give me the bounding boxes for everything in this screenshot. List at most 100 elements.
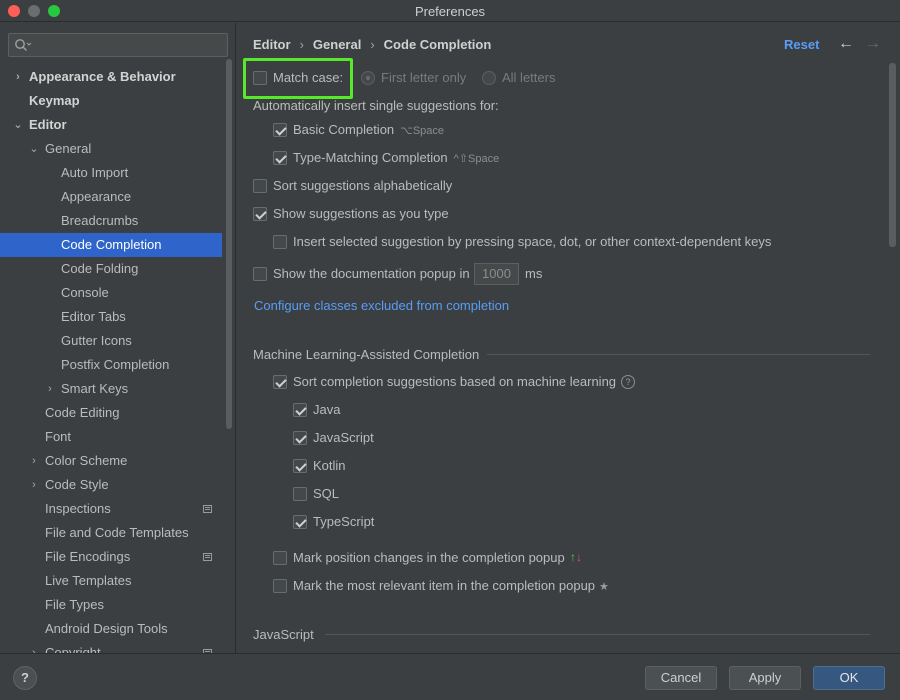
configure-excluded-classes-link[interactable]: Configure classes excluded from completi… bbox=[254, 298, 509, 313]
breadcrumb-code-completion: Code Completion bbox=[383, 37, 492, 52]
sidebar-item-label: Postfix Completion bbox=[61, 357, 170, 372]
window-title: Preferences bbox=[414, 4, 486, 19]
sidebar-item-label: Color Scheme bbox=[45, 453, 128, 468]
project-settings-icon bbox=[203, 505, 212, 513]
match-case-highlight bbox=[243, 58, 353, 99]
sidebar-item-code-style[interactable]: › Code Style bbox=[0, 473, 222, 497]
ml-language-label: Kotlin bbox=[313, 458, 346, 473]
sidebar-scrollbar[interactable] bbox=[226, 59, 232, 429]
title-bar: Preferences bbox=[0, 0, 900, 22]
auto-insert-text: Automatically insert single suggestions … bbox=[253, 98, 499, 113]
sidebar-item-code-folding[interactable]: Code Folding bbox=[0, 257, 222, 281]
reset-link[interactable]: Reset bbox=[784, 37, 819, 52]
forward-arrow-icon[interactable]: → bbox=[865, 35, 881, 53]
sidebar-item-label: Auto Import bbox=[61, 165, 129, 180]
help-button[interactable]: ? bbox=[13, 666, 37, 690]
breadcrumb-editor[interactable]: Editor bbox=[253, 37, 291, 52]
sidebar-item-appearance-behavior[interactable]: › Appearance & Behavior bbox=[0, 65, 222, 89]
chevron-right-icon[interactable]: › bbox=[28, 449, 40, 473]
sidebar-item-gutter-icons[interactable]: Gutter Icons bbox=[0, 329, 222, 353]
settings-search-input[interactable] bbox=[8, 33, 228, 57]
sidebar-item-label: File Encodings bbox=[45, 549, 131, 564]
ml-language-box[interactable] bbox=[293, 515, 307, 529]
breadcrumb-general[interactable]: General bbox=[313, 37, 361, 52]
show-as-you-type-box[interactable] bbox=[253, 207, 267, 221]
sidebar-item-label: Code Completion bbox=[61, 237, 162, 252]
sidebar-item-code-completion[interactable]: Code Completion bbox=[0, 233, 222, 257]
sidebar-item-console[interactable]: Console bbox=[0, 281, 222, 305]
ml-language-box[interactable] bbox=[293, 403, 307, 417]
sidebar-item-auto-import[interactable]: Auto Import bbox=[0, 161, 222, 185]
settings-sidebar: › Appearance & Behavior Keymap ⌄ Editor ⌄ Gene… bbox=[0, 23, 236, 653]
sidebar-item-general[interactable]: ⌄ General bbox=[0, 137, 222, 161]
chevron-right-icon[interactable]: › bbox=[44, 377, 56, 401]
sidebar-item-postfix-completion[interactable]: Postfix Completion bbox=[0, 353, 222, 377]
sidebar-item-label: Keymap bbox=[29, 93, 80, 108]
back-arrow-icon[interactable]: ← bbox=[838, 35, 854, 53]
doc-popup-box[interactable] bbox=[253, 267, 267, 281]
sidebar-item-label: Copyright bbox=[45, 645, 101, 653]
sidebar-item-file-types[interactable]: File Types bbox=[0, 593, 222, 617]
doc-popup-delay-input[interactable]: 1000 bbox=[474, 263, 519, 285]
sidebar-item-label: Appearance & Behavior bbox=[29, 69, 176, 84]
sort-alpha-box[interactable] bbox=[253, 179, 267, 193]
ml-help-icon[interactable]: ? bbox=[621, 375, 635, 389]
sidebar-item-color-scheme[interactable]: › Color Scheme bbox=[0, 449, 222, 473]
cancel-button[interactable]: Cancel bbox=[645, 666, 717, 690]
apply-button[interactable]: Apply bbox=[729, 666, 801, 690]
sidebar-item-file-encodings[interactable]: File Encodings bbox=[0, 545, 222, 569]
sidebar-item-label: Smart Keys bbox=[61, 381, 129, 396]
star-icon: ★ bbox=[599, 581, 609, 593]
mark-relevant-box[interactable] bbox=[273, 579, 287, 593]
ml-language-label: Java bbox=[313, 402, 341, 417]
chevron-down-icon[interactable]: ⌄ bbox=[28, 137, 40, 161]
all-letters-label: All letters bbox=[502, 70, 556, 85]
ok-button[interactable]: OK bbox=[813, 666, 885, 690]
javascript-section-title: JavaScript bbox=[253, 627, 314, 642]
sidebar-item-code-editing[interactable]: Code Editing bbox=[0, 401, 222, 425]
sidebar-item-breadcrumbs[interactable]: Breadcrumbs bbox=[0, 209, 222, 233]
sidebar-item-label: General bbox=[45, 141, 92, 156]
sidebar-item-inspections[interactable]: Inspections bbox=[0, 497, 222, 521]
sidebar-item-copyright[interactable]: › Copyright bbox=[0, 641, 222, 653]
ml-section-divider bbox=[487, 354, 870, 355]
panel-scrollbar[interactable] bbox=[889, 63, 896, 247]
chevron-right-icon[interactable]: › bbox=[28, 473, 40, 497]
insert-selected-box[interactable] bbox=[273, 235, 287, 249]
sidebar-item-keymap[interactable]: Keymap bbox=[0, 89, 222, 113]
chevron-right-icon[interactable]: › bbox=[12, 65, 24, 89]
sort-alpha-label: Sort suggestions alphabetically bbox=[273, 178, 453, 193]
sidebar-item-file-and-code-templates[interactable]: File and Code Templates bbox=[0, 521, 222, 545]
ml-language-box[interactable] bbox=[293, 459, 307, 473]
sidebar-item-label: Code Folding bbox=[61, 261, 139, 276]
sidebar-item-smart-keys[interactable]: › Smart Keys bbox=[0, 377, 222, 401]
down-arrow-icon: ↓ bbox=[576, 550, 582, 564]
mark-position-box[interactable] bbox=[273, 551, 287, 565]
show-as-you-type-label: Show suggestions as you type bbox=[273, 206, 449, 221]
chevron-right-icon[interactable]: › bbox=[28, 641, 40, 653]
ml-section-title: Machine Learning-Assisted Completion bbox=[253, 347, 480, 362]
all-letters-radio-button[interactable] bbox=[482, 71, 496, 85]
sidebar-item-editor-tabs[interactable]: Editor Tabs bbox=[0, 305, 222, 329]
first-letter-radio-button[interactable] bbox=[361, 71, 375, 85]
ml-language-label: TypeScript bbox=[313, 514, 375, 529]
sidebar-item-font[interactable]: Font bbox=[0, 425, 222, 449]
sidebar-item-label: File and Code Templates bbox=[45, 525, 189, 540]
javascript-section-divider bbox=[325, 634, 870, 635]
ml-language-box[interactable] bbox=[293, 431, 307, 445]
ml-language-box[interactable] bbox=[293, 487, 307, 501]
sidebar-item-label: File Types bbox=[45, 597, 105, 612]
basic-completion-box[interactable] bbox=[273, 123, 287, 137]
settings-panel: Editor › General › Code Completion Reset ← →… bbox=[237, 23, 900, 653]
ml-sort-box[interactable] bbox=[273, 375, 287, 389]
project-settings-icon bbox=[203, 553, 212, 561]
sidebar-item-label: Font bbox=[45, 429, 72, 444]
type-matching-box[interactable] bbox=[273, 151, 287, 165]
sidebar-item-editor[interactable]: ⌄ Editor bbox=[0, 113, 222, 137]
sidebar-item-live-templates[interactable]: Live Templates bbox=[0, 569, 222, 593]
breadcrumb: Editor › General › Code Completion bbox=[253, 37, 491, 55]
ml-language-label: SQL bbox=[313, 486, 340, 501]
chevron-down-icon[interactable]: ⌄ bbox=[12, 113, 24, 137]
sidebar-item-android-design-tools[interactable]: Android Design Tools bbox=[0, 617, 222, 641]
sidebar-item-appearance[interactable]: Appearance bbox=[0, 185, 222, 209]
